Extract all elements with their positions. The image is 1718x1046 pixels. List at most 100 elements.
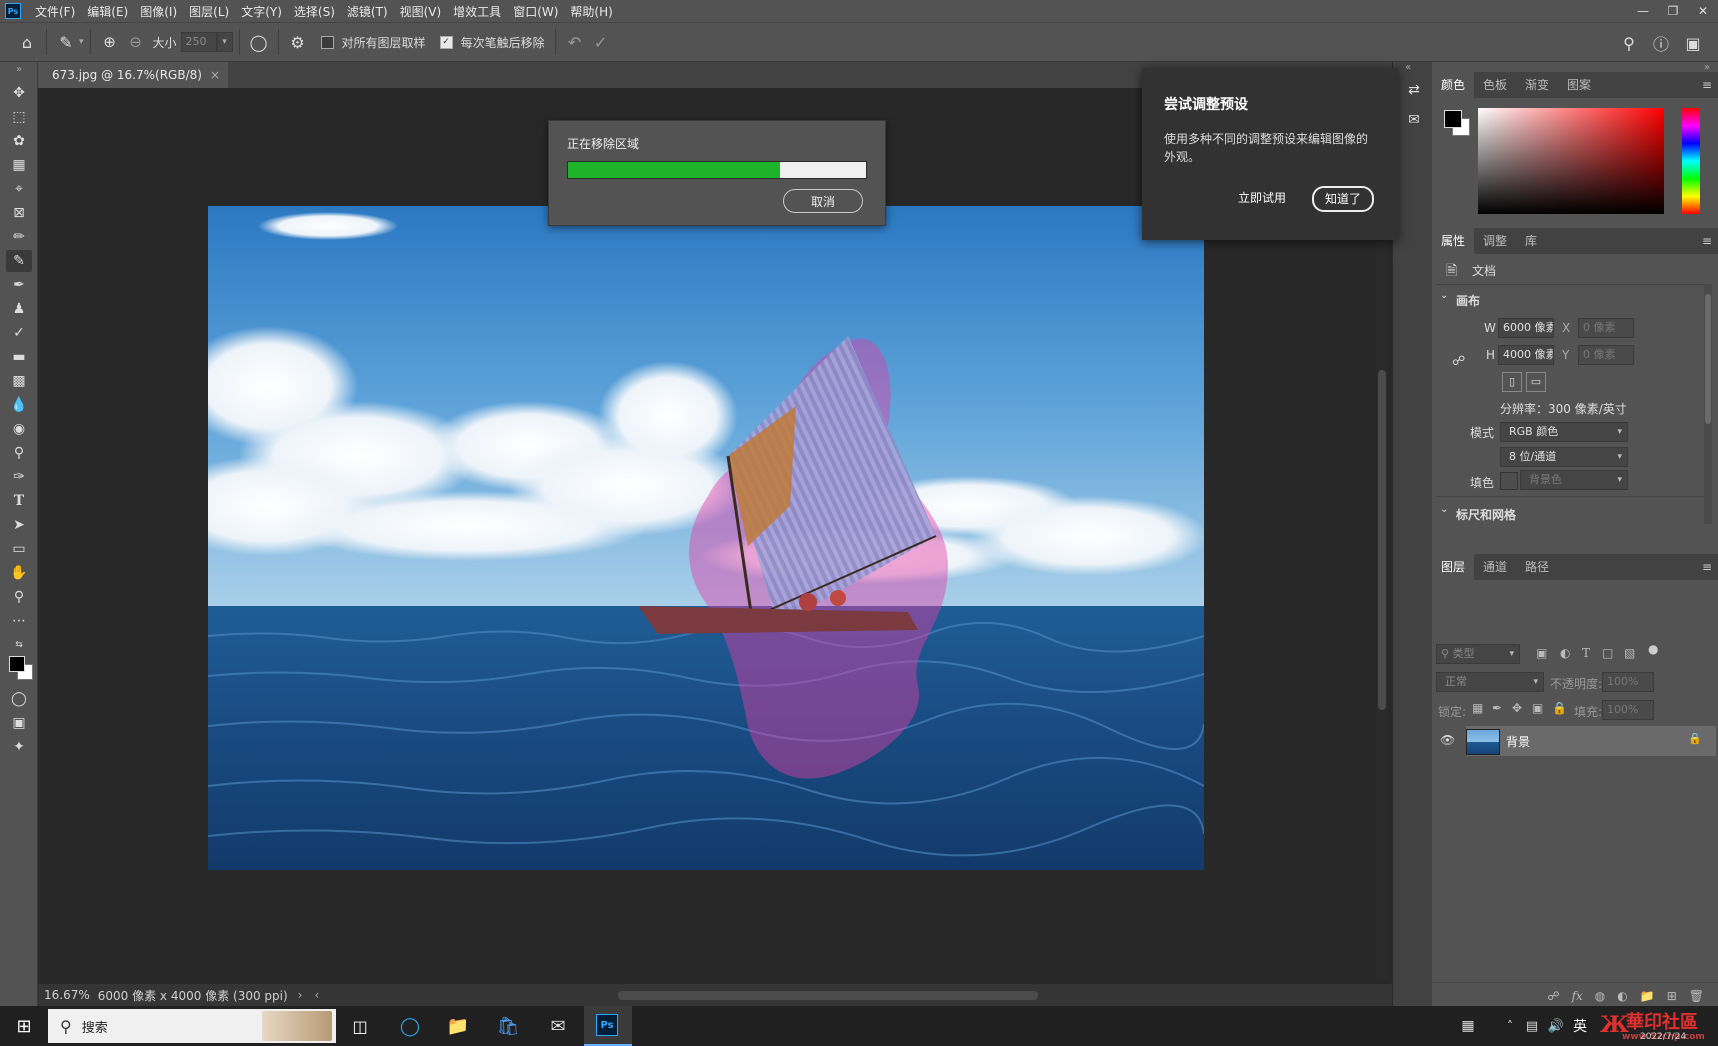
commit-check-icon[interactable]: ✓ [588,29,614,55]
lock-artboard-icon[interactable]: ▣ [1532,701,1543,715]
chevron-right-icon[interactable]: › [298,988,303,1002]
edge-browser-icon[interactable]: ◯ [396,1012,424,1040]
panel-menu-icon[interactable]: ≡ [1702,234,1712,248]
new-layer-icon[interactable]: ⊞ [1667,989,1677,1003]
menu-image[interactable]: 图像(I) [134,3,183,20]
comments-icon[interactable]: ✉ [1403,112,1425,134]
task-view-icon[interactable]: ◫ [346,1012,374,1040]
width-field[interactable]: 6000 像素 [1498,318,1554,338]
color-foreground-swatch[interactable] [1444,110,1462,128]
eyedropper-tool-icon[interactable]: ✏ [6,226,32,248]
history-icon[interactable]: ⇄ [1403,82,1425,104]
marquee-tool-icon[interactable]: ⬚ [6,106,32,128]
layer-name[interactable]: 背景 [1506,733,1530,750]
help-icon[interactable]: ⓘ [1648,30,1674,56]
x-field[interactable]: 0 像素 [1578,318,1634,338]
properties-scrollbar-thumb[interactable] [1705,294,1711,424]
blur-tool-icon[interactable]: 💧 [6,394,32,416]
add-mask-icon[interactable]: ◍ [1595,989,1605,1003]
mode-select[interactable]: RGB 颜色 ▾ [1500,422,1628,442]
chevron-down-icon[interactable]: ⌄ [1440,290,1448,301]
eye-icon[interactable]: 👁 [1440,733,1455,747]
menu-layer[interactable]: 图层(L) [183,3,235,20]
rectangle-tool-icon[interactable]: ▭ [6,538,32,560]
generative-fill-icon[interactable]: ✦ [6,736,32,758]
undo-icon[interactable]: ↶ [562,29,588,55]
layer-row-background[interactable]: 👁 背景 🔒 [1440,726,1716,756]
workspace-icon[interactable]: ▣ [1680,30,1706,56]
ime-indicator[interactable]: 英 [1566,1012,1594,1040]
filter-adjustment-icon[interactable]: ◐ [1560,646,1570,660]
home-icon[interactable]: ⌂ [14,29,40,55]
lock-all-icon[interactable]: 🔒 [1552,701,1567,715]
cancel-button[interactable]: 取消 [783,189,863,213]
tab-patterns[interactable]: 图案 [1558,72,1600,98]
tab-swatches[interactable]: 色板 [1474,72,1516,98]
quick-mask-icon[interactable]: ◯ [6,688,32,710]
filter-type-icon[interactable]: T [1582,646,1590,660]
size-field[interactable]: 250 [180,32,217,52]
y-field[interactable]: 0 像素 [1578,345,1634,365]
gradient-tool-icon[interactable]: ▩ [6,370,32,392]
chevron-left-icon[interactable]: ‹ [314,988,319,1002]
document-canvas-image[interactable] [208,206,1204,870]
menu-window[interactable]: 窗口(W) [507,3,564,20]
layer-filter-select[interactable]: ⚲ 类型 ▾ [1436,644,1520,664]
lock-pixels-icon[interactable]: ✒ [1492,701,1502,715]
collapse-dock-icon[interactable]: « [1405,62,1411,73]
link-icon[interactable]: ☍ [1452,354,1465,369]
path-selection-tool-icon[interactable]: ➤ [6,514,32,536]
photoshop-logo-icon[interactable]: Ps [5,3,21,19]
got-it-button[interactable]: 知道了 [1312,186,1374,212]
blend-mode-select[interactable]: 正常 ▾ [1436,672,1544,692]
hand-tool-icon[interactable]: ✋ [6,562,32,584]
swap-colors-icon[interactable]: ⇆ [6,634,32,656]
search-icon[interactable]: ⚲ [1616,30,1642,56]
landscape-orientation-icon[interactable]: ▭ [1526,372,1546,392]
news-widget-icon[interactable]: ▦ [1454,1012,1482,1040]
group-folder-icon[interactable]: 📁 [1640,989,1655,1003]
eraser-tool-icon[interactable]: ▬ [6,346,32,368]
windows-start-icon[interactable]: ⊞ [10,1012,38,1040]
menu-plugins[interactable]: 增效工具 [447,3,507,20]
properties-scrollbar[interactable] [1704,284,1712,524]
gear-icon[interactable]: ⚙ [285,29,311,55]
tab-adjustments[interactable]: 调整 [1474,228,1516,254]
height-field[interactable]: 4000 像素 [1498,345,1554,365]
size-dropdown-icon[interactable]: ▾ [216,32,233,52]
microsoft-store-icon[interactable]: 🛍 [494,1012,522,1040]
filter-shape-icon[interactable]: □ [1602,646,1613,660]
remove-tool-icon[interactable]: ✎ [6,250,32,272]
menu-file[interactable]: 文件(F) [29,3,81,20]
zoom-tool-icon[interactable]: ⚲ [6,586,32,608]
tab-paths[interactable]: 路径 [1516,554,1558,580]
tab-gradients[interactable]: 渐变 [1516,72,1558,98]
color-picker-field[interactable] [1478,108,1664,214]
chevron-down-icon[interactable]: ▾ [79,37,84,47]
foreground-color-swatch[interactable] [9,656,25,672]
vertical-scrollbar-thumb[interactable] [1378,370,1386,710]
menu-filter[interactable]: 滤镜(T) [341,3,394,20]
tab-properties[interactable]: 属性 [1432,228,1475,254]
document-tab[interactable]: 673.jpg @ 16.7%(RGB/8) × [38,62,229,88]
add-to-brush-icon[interactable]: ⊕ [97,29,123,55]
delete-layer-icon[interactable]: 🗑 [1689,989,1704,1003]
history-brush-tool-icon[interactable]: ✓ [6,322,32,344]
canvas-section-title[interactable]: 画布 [1456,292,1480,309]
lock-position-icon[interactable]: ✥ [1512,701,1522,715]
filter-toggle-icon[interactable]: ● [1648,642,1658,656]
move-tool-icon[interactable]: ✥ [6,82,32,104]
collapse-toolbar-icon[interactable]: » [6,62,32,76]
restore-icon[interactable]: ❐ [1658,0,1688,22]
tab-libraries[interactable]: 库 [1516,228,1546,254]
zoom-lens-tool-icon[interactable]: ⚲ [6,442,32,464]
sample-all-layers-checkbox[interactable] [320,35,334,49]
vertical-scrollbar[interactable] [1376,230,1388,980]
tab-channels[interactable]: 通道 [1474,554,1516,580]
panel-menu-icon[interactable]: ≡ [1702,78,1712,92]
opacity-field[interactable]: 100% [1602,672,1654,692]
remove-tool-preset-icon[interactable]: ✎ [53,29,79,55]
tab-color[interactable]: 颜色 [1432,72,1475,98]
rulers-grid-section-title[interactable]: 标尺和网格 [1456,506,1516,523]
panel-menu-icon[interactable]: ≡ [1702,560,1712,574]
